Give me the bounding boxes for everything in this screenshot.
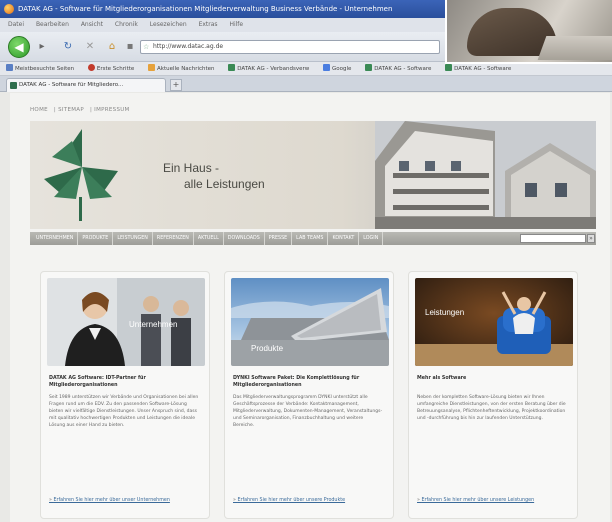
nav-login[interactable]: LOGIN [359,232,384,245]
back-button[interactable]: ◀ [8,36,30,58]
menu-help[interactable]: Hilfe [229,21,243,28]
menu-history[interactable]: Chronik [115,21,138,28]
tab-label: DATAK AG - Software für Mitgliedero... [19,82,124,88]
card-text: Neben der kompletten Software-Lösung bie… [417,395,566,421]
link-home[interactable]: HOME [30,107,48,113]
overlay-photo [445,0,612,64]
bookmark-icon [87,64,95,71]
nav-leistungen[interactable]: LEISTUNGEN [113,232,153,245]
bookmark-item[interactable]: DATAK AG - Software [445,64,511,72]
company-logo[interactable] [42,127,122,225]
chair-person-image [415,278,573,366]
link-sitemap[interactable]: SITEMAP [58,107,84,113]
nav-referenzen[interactable]: REFERENZEN [153,232,194,245]
bookmark-item[interactable]: Erste Schritte [87,64,134,72]
tab-active[interactable]: DATAK AG - Software für Mitgliedero... [6,78,166,92]
card-image-label: Leistungen [425,308,465,317]
building-image [375,121,596,229]
menu-edit[interactable]: Bearbeiten [36,21,69,28]
card-image-leistungen[interactable]: Leistungen [415,278,573,366]
photo-keyboard-shape [537,36,612,60]
nav-aktuell[interactable]: AKTUELL [194,232,224,245]
banner-slogan-line1: Ein Haus - [163,161,220,175]
favicon-icon [10,82,17,89]
banner-slogan-line2: alle Leistungen [184,177,265,191]
card-image-produkte[interactable]: Produkte [231,278,389,366]
home-icon[interactable]: ⌂ [106,41,118,53]
window-title: DATAK AG - Software für Mitgliederorgani… [18,5,393,13]
forward-icon[interactable]: ▸ [36,41,48,53]
firefox-icon [4,4,14,14]
stop-icon[interactable]: ✕ [84,41,96,53]
search-go-button[interactable]: » [587,234,595,243]
link-impressum[interactable]: IMPRESSUM [94,107,129,113]
bookmark-item[interactable]: DATAK AG - Software [365,64,431,72]
menu-bookmarks[interactable]: Lesezeichen [150,21,187,28]
web-page: HOME | SITEMAP | IMPRESSUM Ein Haus - alle… [10,93,610,522]
menu-view[interactable]: Ansicht [81,21,103,28]
bookmark-icon [228,64,236,71]
nav-downloads[interactable]: DOWNLOADS [224,232,265,245]
card-leistungen: Leistungen Mehr als Software Neben der k… [408,271,578,519]
nav-kontakt[interactable]: KONTAKT [328,232,360,245]
header-banner: Ein Haus - alle Leistungen [30,121,596,229]
business-people-image [47,278,205,366]
card-unternehmen: Unternehmen DATAK AG Software: IDT-Partn… [40,271,210,519]
menu-file[interactable]: Datei [8,21,24,28]
bookmark-icon [445,64,453,71]
card-more-link[interactable]: Erfahren Sie hier mehr über unsere Produ… [233,497,383,504]
bookmark-item[interactable]: Meistbesuchte Seiten [6,64,74,72]
bookmark-star-icon[interactable]: ☆ [143,41,149,53]
bookmark-icon [148,64,156,71]
address-text: http://www.datac.ag.de [153,43,224,50]
nav-lab-teams[interactable]: LAB TEAMS [292,232,329,245]
search-input[interactable] [520,234,586,243]
tab-strip: DATAK AG - Software für Mitgliedero... + [0,76,612,92]
card-image-label: Produkte [251,344,284,353]
nav-presse[interactable]: PRESSE [265,232,293,245]
bookmarks-toolbar: Meistbesuchte Seiten Erste Schritte Aktu… [0,62,612,76]
card-title: DATAK AG Software: IDT-Partner für Mitgl… [49,376,146,388]
address-bar[interactable]: ☆ http://www.datac.ag.de [140,40,440,54]
site-identity-icon[interactable]: ▪ [124,41,136,53]
bookmark-icon [365,64,373,71]
nav-produkte[interactable]: PRODUKTE [78,232,114,245]
card-image-label: Unternehmen [129,320,178,329]
card-text: Das Mitgliederverwaltungsprogramm DYNKI … [233,395,383,428]
card-produkte: Produkte DYNKI Software Paket: Die Kompl… [224,271,394,519]
bookmark-icon [6,64,13,71]
card-image-unternehmen[interactable]: Unternehmen [47,278,205,366]
card-text: Seit 1989 unterstützen wir Verbände und … [49,395,199,428]
top-links: HOME | SITEMAP | IMPRESSUM [30,107,130,113]
nav-unternehmen[interactable]: UNTERNEHMEN [32,232,79,245]
bookmark-item[interactable]: DATAK AG - Verbandsverw [228,64,309,72]
reload-icon[interactable]: ↻ [62,41,74,53]
card-more-link[interactable]: Erfahren Sie hier mehr über unser Untern… [49,497,199,504]
card-title: Mehr als Software [417,376,467,381]
card-more-link[interactable]: Erfahren Sie hier mehr über unsere Leist… [417,497,567,504]
bookmark-icon [323,64,331,71]
card-title: DYNKI Software Paket: Die Komplettlösung… [233,376,360,388]
new-tab-button[interactable]: + [170,79,182,91]
menu-tools[interactable]: Extras [199,21,218,28]
bookmark-item[interactable]: Google [323,64,351,72]
bookmark-item[interactable]: Aktuelle Nachrichten [148,64,215,72]
main-navigation: UNTERNEHMEN PRODUKTE LEISTUNGEN REFERENZEN A… [30,232,596,245]
